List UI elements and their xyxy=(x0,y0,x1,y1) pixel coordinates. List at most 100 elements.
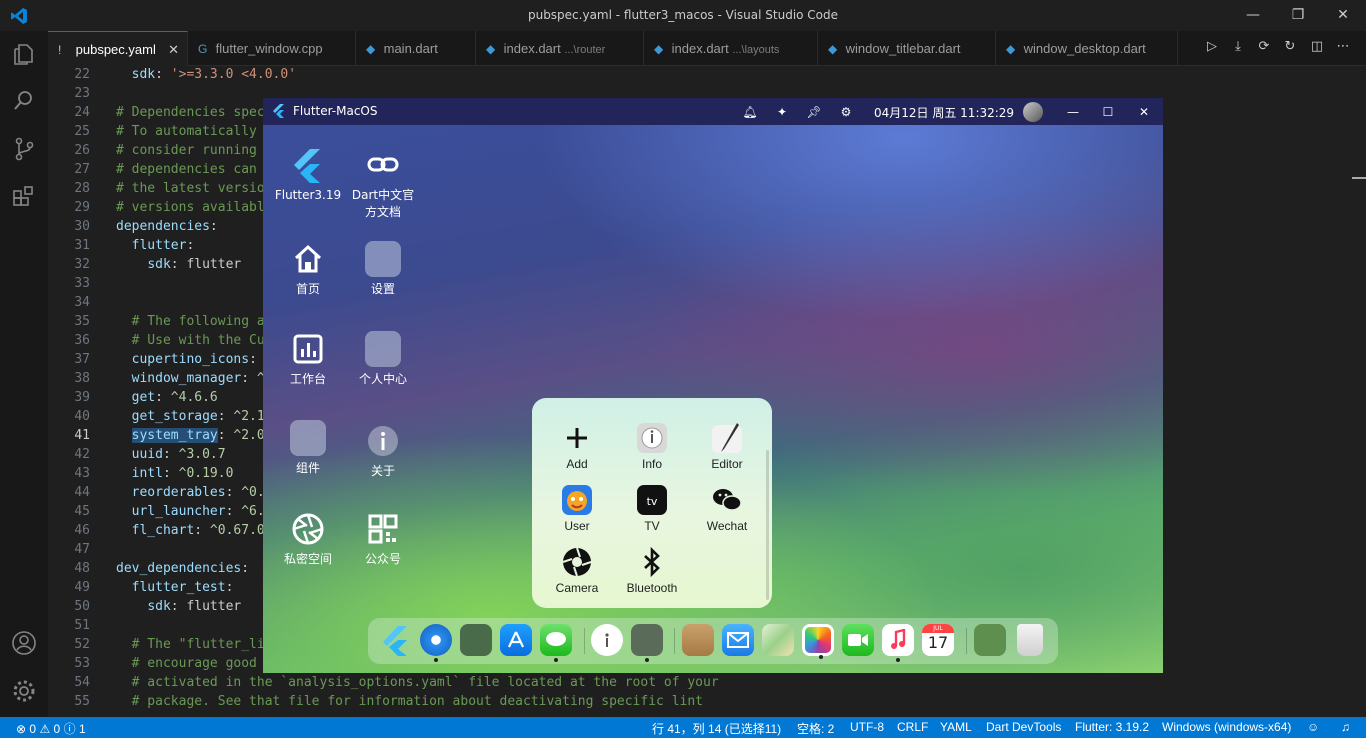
folder-icon[interactable] xyxy=(460,624,492,656)
flutter-icon[interactable] xyxy=(380,624,412,656)
desktop-icon-qrcode[interactable]: 公众号 xyxy=(348,511,418,568)
code-line[interactable]: # activated in the `analysis_options.yam… xyxy=(116,675,719,690)
tab-close-icon[interactable]: ✕ xyxy=(168,32,179,67)
popup-item-tv[interactable]: tv TV xyxy=(617,484,687,533)
folder-icon[interactable] xyxy=(631,624,663,662)
popup-item-add[interactable]: Add xyxy=(542,422,612,471)
code-line[interactable]: url_launcher: ^6. xyxy=(116,504,265,519)
source-control-icon[interactable] xyxy=(10,135,38,163)
code-line[interactable]: # The "flutter_li xyxy=(116,637,265,652)
popup-item-wechat[interactable]: Wechat xyxy=(692,484,762,533)
search-icon[interactable] xyxy=(10,87,38,115)
photos-icon[interactable] xyxy=(802,624,834,659)
popup-scrollbar[interactable] xyxy=(766,450,769,600)
code-line[interactable]: # package. See that file for information… xyxy=(116,694,703,709)
tab-index-dart-layouts[interactable]: ◆ index.dart ...\layouts xyxy=(644,31,818,66)
restore-icon[interactable]: ❐ xyxy=(1288,5,1308,25)
refresh-icon[interactable]: ↻ xyxy=(1281,39,1299,57)
account-icon[interactable] xyxy=(10,629,38,657)
code-line[interactable]: dependencies: xyxy=(116,219,218,234)
code-line[interactable]: # consider running xyxy=(116,143,257,158)
flutter-version[interactable]: Flutter: 3.19.2 xyxy=(1075,720,1149,734)
encoding[interactable]: UTF-8 xyxy=(850,720,884,734)
code-line[interactable]: fl_chart: ^0.67.0 xyxy=(116,523,265,538)
problems-indicator[interactable]: ⊗ 0 ⚠ 0 ⓘ 1 xyxy=(16,720,86,737)
code-line[interactable]: cupertino_icons: xyxy=(116,352,265,367)
desktop-icon-components[interactable]: 组件 xyxy=(273,420,343,477)
bell-icon[interactable]: ♫ xyxy=(1341,720,1350,734)
code-line[interactable]: system_tray: ^2.0 xyxy=(116,428,265,443)
messages-icon[interactable] xyxy=(540,624,572,662)
gear-icon[interactable] xyxy=(10,677,38,705)
flutter-app-window[interactable]: Flutter-MacOS 🔔︎ ✦ 📌︎ ⚙ 04月12日 周五 11:32:… xyxy=(263,98,1163,673)
folder-popup[interactable]: Add Info Editor User tv TV Wechat Camera xyxy=(532,398,772,608)
code-line[interactable]: # encourage good xyxy=(116,656,265,671)
tab-window-titlebar-dart[interactable]: ◆ window_titlebar.dart xyxy=(818,31,996,66)
desktop-icon-workbench[interactable]: 工作台 xyxy=(273,331,343,388)
popup-item-bluetooth[interactable]: Bluetooth xyxy=(617,546,687,595)
tab-window-desktop-dart[interactable]: ◆ window_desktop.dart xyxy=(996,31,1178,66)
code-line[interactable]: get_storage: ^2.1 xyxy=(116,409,265,424)
code-line[interactable]: # Dependencies spec xyxy=(116,105,265,120)
desktop-icon-about[interactable]: 关于 xyxy=(348,423,418,480)
desktop-icon-dart-docs[interactable]: Dart中文官方文档 xyxy=(348,147,418,221)
code-line[interactable]: intl: ^0.19.0 xyxy=(116,466,234,481)
desktop-icon-home[interactable]: 首页 xyxy=(273,241,343,298)
dart-devtools[interactable]: Dart DevTools xyxy=(986,720,1061,734)
music-icon[interactable] xyxy=(882,624,914,662)
tab-index-dart-router[interactable]: ◆ index.dart ...\router xyxy=(476,31,644,66)
bell-icon[interactable]: 🔔︎ xyxy=(742,104,758,120)
code-line[interactable]: get: ^4.6.6 xyxy=(116,390,218,405)
code-line[interactable]: flutter_test: xyxy=(116,580,234,595)
code-line[interactable]: # dependencies can xyxy=(116,162,257,177)
maps-icon[interactable] xyxy=(762,624,794,656)
download-icon[interactable]: ⤓ xyxy=(1229,39,1247,57)
cursor-position[interactable]: 行 41，列 14 (已选择11) xyxy=(652,720,781,737)
code-line[interactable]: sdk: '>=3.3.0 <4.0.0' xyxy=(116,67,296,82)
language-mode[interactable]: YAML xyxy=(940,720,972,734)
info-icon[interactable] xyxy=(591,624,623,656)
indentation[interactable]: 空格: 2 xyxy=(797,720,834,737)
run-icon[interactable]: ▷ xyxy=(1203,39,1221,57)
more-actions-icon[interactable]: ⋯ xyxy=(1334,39,1352,57)
maximize-icon[interactable]: ☐ xyxy=(1100,104,1116,120)
safari-icon[interactable] xyxy=(420,624,452,662)
popup-item-user[interactable]: User xyxy=(542,484,612,533)
target-platform[interactable]: Windows (windows-x64) xyxy=(1162,720,1291,734)
mail-icon[interactable] xyxy=(722,624,754,656)
code-line[interactable]: reorderables: ^0. xyxy=(116,485,265,500)
folder-icon[interactable] xyxy=(974,624,1006,656)
explorer-icon[interactable] xyxy=(10,40,38,68)
desktop-icon-private[interactable]: 私密空间 xyxy=(273,511,343,568)
code-line[interactable]: sdk: flutter xyxy=(116,599,241,614)
minimize-icon[interactable]: — xyxy=(1243,5,1263,25)
code-line[interactable]: # To automatically xyxy=(116,124,257,139)
minimize-icon[interactable]: — xyxy=(1065,104,1081,120)
settings-icon[interactable]: ⚙ xyxy=(838,104,854,120)
magic-wand-icon[interactable]: ✦ xyxy=(774,104,790,120)
desktop-icon-profile[interactable]: 个人中心 xyxy=(348,331,418,388)
code-line[interactable]: sdk: flutter xyxy=(116,257,241,272)
code-line[interactable]: # versions availabl xyxy=(116,200,265,215)
code-line[interactable]: window_manager: ^ xyxy=(116,371,265,386)
split-editor-icon[interactable]: ◫ xyxy=(1308,39,1326,57)
contacts-icon[interactable] xyxy=(682,624,714,656)
code-line[interactable]: # Use with the Cu xyxy=(116,333,265,348)
close-icon[interactable]: ✕ xyxy=(1333,5,1353,25)
code-line[interactable]: dev_dependencies: xyxy=(116,561,249,576)
popup-item-camera[interactable]: Camera xyxy=(542,546,612,595)
trash-icon[interactable] xyxy=(1017,624,1043,656)
scrollbar-marker[interactable] xyxy=(1352,177,1366,179)
pin-icon[interactable]: 📌︎ xyxy=(806,104,822,120)
tab-main-dart[interactable]: ◆ main.dart xyxy=(356,31,476,66)
tab-pubspec-yaml[interactable]: ! pubspec.yaml ✕ xyxy=(48,31,188,66)
feedback-icon[interactable]: ☺ xyxy=(1307,720,1319,734)
popup-item-info[interactable]: Info xyxy=(617,422,687,471)
code-line[interactable]: # the latest versio xyxy=(116,181,265,196)
code-line[interactable]: uuid: ^3.0.7 xyxy=(116,447,226,462)
code-line[interactable]: flutter: xyxy=(116,238,195,253)
facetime-icon[interactable] xyxy=(842,624,874,656)
end-of-line[interactable]: CRLF xyxy=(897,720,928,734)
avatar[interactable] xyxy=(1023,102,1043,122)
desktop-icon-settings[interactable]: 设置 xyxy=(348,241,418,298)
